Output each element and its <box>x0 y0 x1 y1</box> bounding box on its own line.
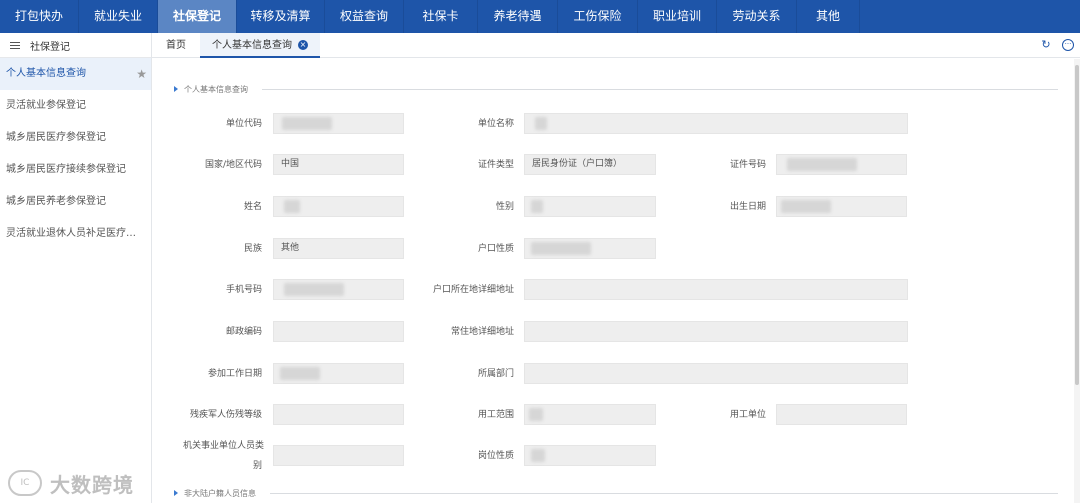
divider <box>270 493 1058 494</box>
label-country-code: 国家/地区代码 <box>204 160 262 170</box>
id-number-field[interactable] <box>776 154 907 175</box>
label-line: 机关事业单位人员类 <box>182 441 264 451</box>
main-content: 个人基本信息查询 单位代码 单位名称 国家/地区代码 中国 证件类型 居民身份证… <box>152 59 1080 503</box>
sidebar-item-retiree-medical[interactable]: 灵活就业退休人员补足医疗… <box>0 218 151 250</box>
gender-field[interactable] <box>524 196 656 217</box>
watermark-text: 大数跨境 <box>50 472 134 497</box>
sidebar-header-label: 社保登记 <box>30 41 70 53</box>
section-title-basic-info: 个人基本信息查询 <box>174 83 248 95</box>
nav-item-social-registration[interactable]: 社保登记 <box>158 0 237 33</box>
department-field[interactable] <box>524 363 908 384</box>
triangle-icon <box>174 86 178 92</box>
label-name: 姓名 <box>243 202 262 212</box>
sidebar-item-medical-registration[interactable]: 城乡居民医疗参保登记 <box>0 122 151 154</box>
nav-item-pension[interactable]: 养老待遇 <box>478 0 558 33</box>
nav-item-training[interactable]: 职业培训 <box>638 0 717 33</box>
sidebar-item-personal-info[interactable]: 个人基本信息查询 ★ <box>0 58 151 90</box>
residence-address-field[interactable] <box>524 321 908 342</box>
section-title-text: 非大陆户籍人员信息 <box>184 488 256 498</box>
sidebar-item-label: 灵活就业参保登记 <box>6 100 86 111</box>
tab-label: 个人基本信息查询 <box>212 40 292 51</box>
nav-item-employment[interactable]: 就业失业 <box>79 0 158 33</box>
label-birth-date: 出生日期 <box>729 202 766 212</box>
sidebar-item-label: 灵活就业退休人员补足医疗… <box>6 228 136 239</box>
sidebar: 社保登记 个人基本信息查询 ★ 灵活就业参保登记 城乡居民医疗参保登记 城乡居民… <box>0 33 152 503</box>
divider <box>262 89 1058 90</box>
nav-item-rights-query[interactable]: 权益查询 <box>325 0 404 33</box>
label-hukou-address: 户口所在地详细地址 <box>432 285 514 295</box>
sidebar-header: 社保登记 <box>0 33 151 58</box>
tab-home[interactable]: 首页 <box>166 33 186 58</box>
nav-item-other[interactable]: 其他 <box>797 0 860 33</box>
label-disability-level: 残疾军人伤残等级 <box>189 410 262 420</box>
work-start-date-field[interactable] <box>273 363 404 384</box>
label-work-start-date: 参加工作日期 <box>207 369 262 379</box>
label-line: 别 <box>252 461 262 471</box>
label-ethnicity: 民族 <box>243 244 262 254</box>
list-icon[interactable] <box>10 41 20 50</box>
disability-level-field[interactable] <box>273 404 404 425</box>
sidebar-item-pension-registration[interactable]: 城乡居民养老参保登记 <box>0 186 151 218</box>
tab-personal-info[interactable]: 个人基本信息查询 × <box>200 33 320 58</box>
country-code-field[interactable]: 中国 <box>273 154 404 175</box>
label-gender: 性别 <box>495 202 514 212</box>
section-title-text: 个人基本信息查询 <box>184 84 248 94</box>
ethnicity-field[interactable]: 其他 <box>273 238 404 259</box>
scrollbar[interactable] <box>1074 59 1080 503</box>
sidebar-item-label: 个人基本信息查询 <box>6 68 86 79</box>
nav-item-social-card[interactable]: 社保卡 <box>404 0 478 33</box>
label-employment-scope: 用工范围 <box>477 410 514 420</box>
label-id-number: 证件号码 <box>729 160 766 170</box>
section-title-non-mainland: 非大陆户籍人员信息 <box>174 487 256 499</box>
hukou-address-field[interactable] <box>524 279 908 300</box>
hukou-type-field[interactable] <box>524 238 656 259</box>
refresh-icon[interactable]: ↻ <box>1040 39 1052 51</box>
sidebar-item-flexible-employment[interactable]: 灵活就业参保登记 <box>0 90 151 122</box>
more-icon[interactable]: ··· <box>1062 39 1074 51</box>
mobile-field[interactable] <box>273 279 404 300</box>
label-postcode: 邮政编码 <box>225 327 262 337</box>
star-icon[interactable]: ★ <box>136 58 147 90</box>
sidebar-item-medical-continuation[interactable]: 城乡居民医疗接续参保登记 <box>0 154 151 186</box>
top-nav: 打包快办 就业失业 社保登记 转移及清算 权益查询 社保卡 养老待遇 工伤保险 … <box>0 0 1080 33</box>
post-nature-field[interactable] <box>524 445 656 466</box>
label-residence-address: 常住地详细地址 <box>450 327 514 337</box>
close-icon[interactable]: × <box>298 40 308 50</box>
sidebar-item-label: 城乡居民医疗接续参保登记 <box>6 164 126 175</box>
label-unit-code: 单位代码 <box>225 119 262 129</box>
label-id-type: 证件类型 <box>477 160 514 170</box>
watermark-logo-icon: IC <box>8 470 42 496</box>
tab-bar: 首页 个人基本信息查询 × ↻ ··· <box>152 33 1080 58</box>
employer-field[interactable] <box>776 404 907 425</box>
triangle-icon <box>174 490 178 496</box>
label-post-nature: 岗位性质 <box>477 451 514 461</box>
watermark: IC 大数跨境 <box>8 468 134 498</box>
institution-category-field[interactable] <box>273 445 404 466</box>
label-employer: 用工单位 <box>729 410 766 420</box>
postcode-field[interactable] <box>273 321 404 342</box>
label-institution-category: 机关事业单位人员类 别 <box>152 440 264 472</box>
label-unit-name: 单位名称 <box>477 119 514 129</box>
sidebar-item-label: 城乡居民医疗参保登记 <box>6 132 106 143</box>
label-hukou-type: 户口性质 <box>477 244 514 254</box>
employment-scope-field[interactable] <box>524 404 656 425</box>
nav-item-injury-insurance[interactable]: 工伤保险 <box>558 0 638 33</box>
birth-date-field[interactable] <box>776 196 907 217</box>
nav-item-bundle[interactable]: 打包快办 <box>0 0 79 33</box>
nav-item-transfer[interactable]: 转移及清算 <box>237 0 325 33</box>
id-type-field[interactable]: 居民身份证（户口簿） <box>524 154 656 175</box>
unit-code-field[interactable] <box>273 113 404 134</box>
nav-item-labor-relations[interactable]: 劳动关系 <box>717 0 797 33</box>
scrollbar-thumb[interactable] <box>1075 65 1079 385</box>
name-field[interactable] <box>273 196 404 217</box>
sidebar-item-label: 城乡居民养老参保登记 <box>6 196 106 207</box>
label-department: 所属部门 <box>477 369 514 379</box>
unit-name-field[interactable] <box>524 113 908 134</box>
label-mobile: 手机号码 <box>225 285 262 295</box>
